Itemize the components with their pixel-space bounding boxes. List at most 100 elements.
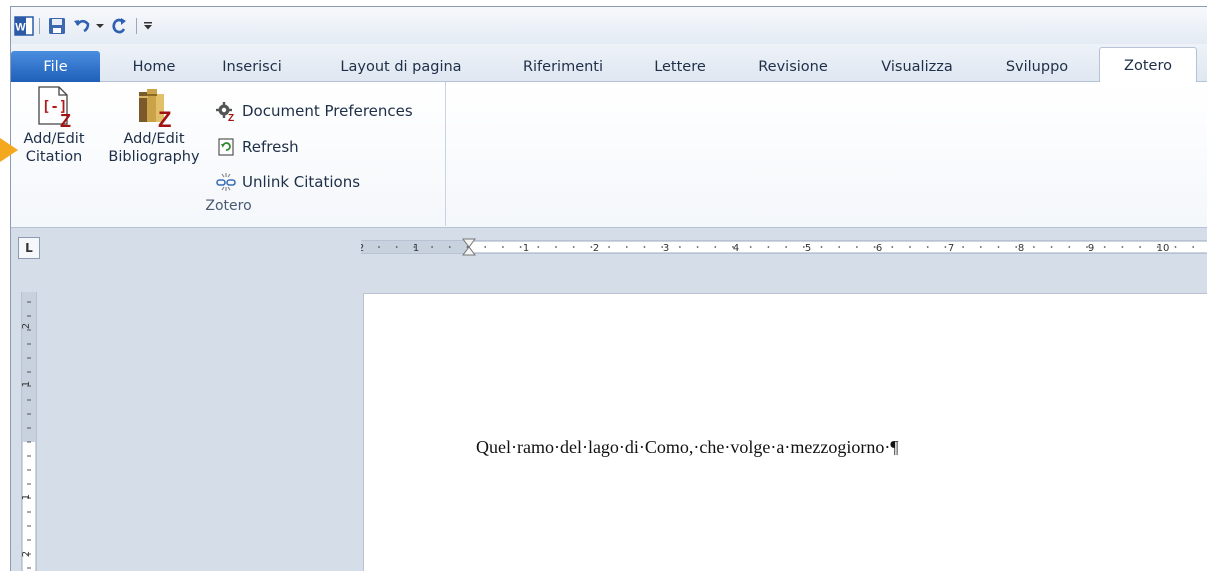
tab-revisione[interactable]: Revisione bbox=[743, 52, 843, 82]
group-label: Zotero bbox=[205, 198, 252, 214]
vertical-ruler[interactable]: 2112 bbox=[18, 292, 40, 571]
svg-text:Z: Z bbox=[60, 111, 71, 128]
ruler-tick-label: 4 bbox=[733, 243, 739, 254]
svg-text:Z: Z bbox=[228, 113, 234, 121]
tab-layout-di-pagina[interactable]: Layout di pagina bbox=[321, 52, 481, 82]
separator bbox=[39, 17, 40, 34]
ribbon-tabs: File Home Inserisci Layout di pagina Rif… bbox=[11, 44, 1207, 83]
ruler-tick bbox=[1192, 246, 1195, 248]
document-preferences-button[interactable]: Z Document Preferences bbox=[216, 99, 413, 123]
ruler-tick bbox=[962, 246, 964, 248]
tab-stop-selector[interactable]: L bbox=[18, 237, 40, 259]
ruler-tick-label: 7 bbox=[948, 243, 954, 254]
ruler-tick-label: 8 bbox=[1018, 243, 1024, 254]
separator bbox=[136, 17, 137, 34]
tab-visualizza[interactable]: Visualizza bbox=[869, 52, 965, 82]
ruler-tick bbox=[1139, 246, 1141, 248]
ruler-tick-label: 5 bbox=[805, 243, 811, 254]
ruler-tick bbox=[856, 246, 858, 248]
horizontal-ruler[interactable]: 2 1 1 2 3 4 5 6 7 8 9 10 bbox=[361, 237, 1207, 257]
word-icon[interactable]: W bbox=[13, 15, 35, 37]
ruler-tick bbox=[838, 246, 841, 248]
ruler-tick bbox=[802, 246, 805, 248]
tab-file[interactable]: File bbox=[11, 51, 100, 82]
redo-icon[interactable] bbox=[106, 15, 132, 37]
tab-riferimenti[interactable]: Riferimenti bbox=[507, 52, 619, 82]
add-edit-bibliography-button[interactable]: Z Add/Edit Bibliography bbox=[99, 84, 209, 166]
tab-zotero[interactable]: Zotero bbox=[1099, 47, 1197, 83]
quick-access-toolbar: W bbox=[11, 7, 1207, 44]
ruler-tick bbox=[679, 246, 681, 248]
customize-qat-icon[interactable] bbox=[141, 15, 155, 37]
ruler-track bbox=[361, 240, 1207, 254]
zotero-group: [-] Z Add/Edit Citation Z Add/Edit Bibli… bbox=[11, 82, 446, 226]
add-bibliography-label-line1: Add/Edit bbox=[123, 131, 185, 147]
tab-inserisci[interactable]: Inserisci bbox=[207, 52, 297, 82]
ruler-tick bbox=[1121, 246, 1124, 248]
ruler-tick bbox=[395, 246, 398, 248]
ruler-tick-label: 10 bbox=[1157, 243, 1170, 254]
ruler-tick bbox=[572, 246, 575, 248]
ruler-tick-label: 1 bbox=[21, 494, 32, 500]
ruler-tick bbox=[1103, 246, 1106, 248]
ruler-tick bbox=[909, 246, 911, 248]
tab-home[interactable]: Home bbox=[115, 52, 193, 82]
ruler-tick bbox=[1033, 246, 1035, 248]
ruler-tick bbox=[1050, 246, 1053, 248]
ruler-tick-label: 3 bbox=[663, 243, 669, 254]
undo-dropdown-icon[interactable] bbox=[94, 15, 106, 37]
refresh-label: Refresh bbox=[242, 138, 299, 156]
unlink-citations-button[interactable]: Unlink Citations bbox=[216, 170, 360, 194]
add-bibliography-label-line2: Bibliography bbox=[108, 149, 200, 165]
ruler-tick bbox=[608, 246, 610, 248]
ruler-tick bbox=[820, 246, 823, 248]
ruler-tick bbox=[1086, 246, 1088, 248]
ruler-tick bbox=[431, 246, 433, 248]
unlink-icon bbox=[216, 173, 236, 191]
ruler-tick-label: 2 bbox=[361, 243, 364, 254]
ruler-tick-label: 6 bbox=[876, 243, 882, 254]
word-window: W File Home Inserisci Layout di pagina R… bbox=[10, 6, 1207, 571]
ruler-tick bbox=[696, 246, 699, 248]
ribbon-panel: [-] Z Add/Edit Citation Z Add/Edit Bibli… bbox=[11, 82, 1207, 228]
document-workspace: L 2 1 1 2 3 4 5 6 7 8 9 10 2 1 1 2 Quel·ramo·del·lago·… bbox=[11, 228, 1207, 571]
ruler-tick bbox=[891, 246, 894, 248]
unlink-citations-label: Unlink Citations bbox=[242, 173, 361, 191]
add-bibliography-icon: Z bbox=[139, 89, 171, 128]
gear-z-icon: Z bbox=[216, 102, 234, 121]
undo-icon[interactable] bbox=[70, 15, 94, 37]
ruler-tick bbox=[502, 246, 504, 248]
ruler-tick bbox=[555, 246, 557, 248]
ruler-margin bbox=[22, 292, 36, 442]
ruler-tick bbox=[519, 246, 522, 248]
ruler-tick bbox=[625, 246, 628, 248]
ruler-tick bbox=[767, 246, 770, 248]
ruler-tick-label: 1 bbox=[413, 243, 419, 254]
ruler-tick bbox=[590, 246, 593, 248]
ruler-tick-label: 2 bbox=[21, 323, 32, 329]
ruler-tick bbox=[732, 246, 734, 248]
add-citation-label-line2: Citation bbox=[25, 149, 83, 165]
ruler-tick bbox=[643, 246, 646, 248]
ruler-tick bbox=[378, 246, 380, 248]
ruler-tick bbox=[537, 246, 540, 248]
ruler-tick bbox=[714, 246, 717, 248]
ruler-tick bbox=[661, 246, 664, 248]
refresh-button[interactable]: Refresh bbox=[216, 135, 299, 159]
document-preferences-label: Document Preferences bbox=[242, 102, 413, 120]
ruler-tick-label: 2 bbox=[593, 243, 599, 254]
tab-sviluppo[interactable]: Sviluppo bbox=[991, 52, 1083, 82]
save-icon[interactable] bbox=[44, 15, 70, 37]
document-text[interactable]: Quel·ramo·del·lago·di·Como,·che·volge·a·… bbox=[476, 437, 898, 458]
add-edit-citation-button[interactable]: [-] Z Add/Edit Citation bbox=[15, 84, 93, 166]
svg-text:W: W bbox=[15, 21, 26, 33]
ruler-tick bbox=[1015, 246, 1018, 248]
tab-lettere[interactable]: Lettere bbox=[641, 52, 719, 82]
document-page[interactable]: Quel·ramo·del·lago·di·Como,·che·volge·a·… bbox=[363, 293, 1207, 571]
ruler-tick bbox=[997, 246, 1000, 248]
ruler-tick bbox=[413, 246, 416, 248]
ruler-tick bbox=[944, 246, 947, 248]
add-citation-icon: [-] Z bbox=[38, 86, 71, 128]
add-citation-label-line1: Add/Edit bbox=[23, 131, 85, 147]
ruler-tick bbox=[1156, 246, 1159, 248]
